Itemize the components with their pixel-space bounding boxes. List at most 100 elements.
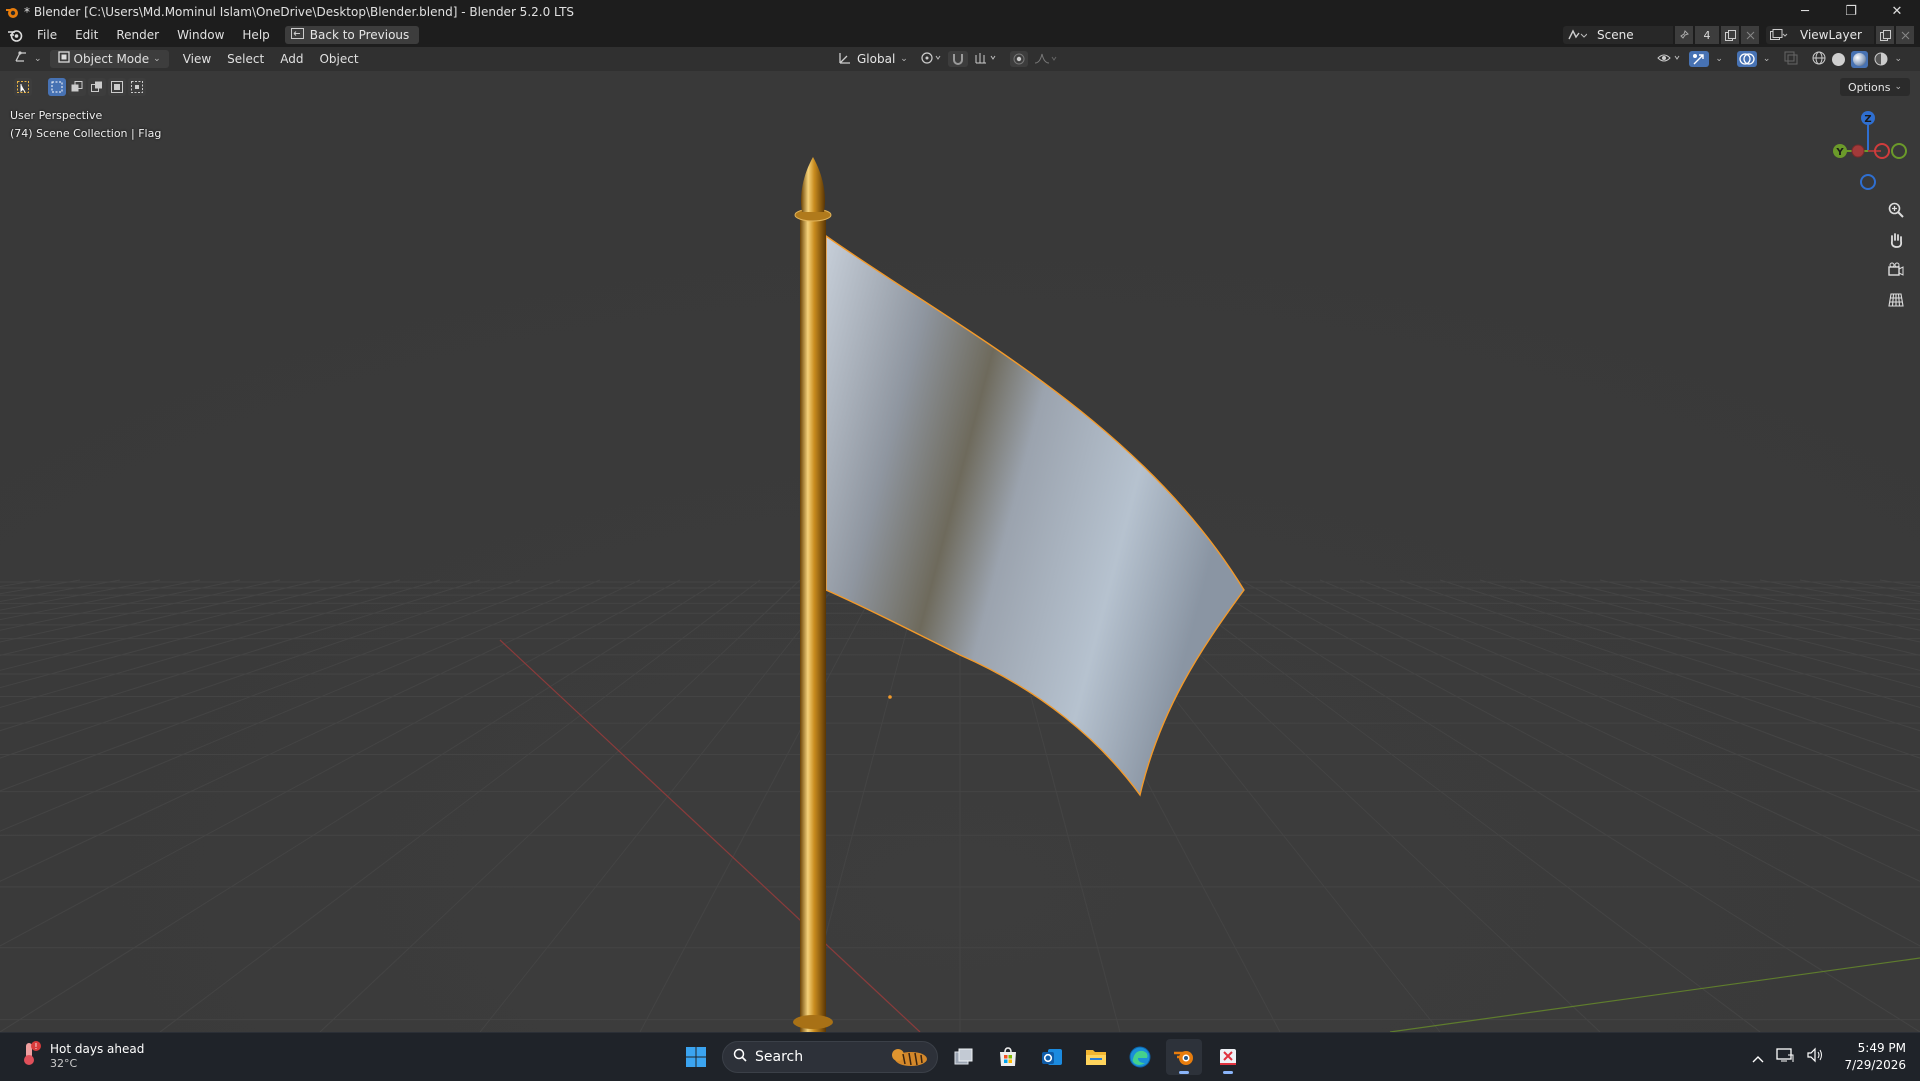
wireframe-shading-icon[interactable] bbox=[1812, 51, 1826, 68]
viewport-display-group: ⌄ ⌄ ⌄ bbox=[1657, 47, 1902, 71]
select-intersect-mode-button[interactable] bbox=[128, 78, 146, 96]
select-extend-mode-button[interactable] bbox=[68, 78, 86, 96]
chevron-down-icon[interactable]: ⌄ bbox=[1763, 54, 1771, 64]
viewport-header: ⌄ Object Mode ⌄ View Select Add Object G… bbox=[0, 47, 1920, 71]
chevron-down-icon: ⌄ bbox=[153, 54, 161, 64]
view-layer-icon[interactable] bbox=[1766, 26, 1792, 44]
edge-browser-icon[interactable] bbox=[1122, 1039, 1158, 1075]
delete-view-layer-icon[interactable] bbox=[1896, 26, 1914, 44]
snipping-tool-icon[interactable] bbox=[1210, 1039, 1246, 1075]
options-dropdown[interactable]: Options ⌄ bbox=[1840, 78, 1910, 96]
search-placeholder: Search bbox=[755, 1049, 804, 1065]
menu-edit[interactable]: Edit bbox=[66, 23, 107, 47]
menu-render[interactable]: Render bbox=[107, 23, 168, 47]
camera-view-icon[interactable] bbox=[1883, 258, 1909, 282]
menu-file[interactable]: File bbox=[28, 23, 66, 47]
delete-scene-icon[interactable] bbox=[1741, 26, 1759, 44]
weather-title: Hot days ahead bbox=[50, 1042, 145, 1056]
falloff-icon[interactable] bbox=[1034, 52, 1058, 67]
mode-dropdown[interactable]: Object Mode ⌄ bbox=[49, 50, 169, 68]
weather-widget[interactable]: ! Hot days ahead 32°C bbox=[20, 1041, 144, 1071]
scene-selector: Scene 4 bbox=[1563, 26, 1759, 44]
weather-temperature: 32°C bbox=[50, 1057, 78, 1070]
select-subtract-mode-button[interactable] bbox=[88, 78, 106, 96]
menu-select[interactable]: Select bbox=[219, 47, 272, 71]
object-mode-icon bbox=[57, 50, 70, 68]
back-to-previous-label: Back to Previous bbox=[309, 28, 410, 42]
title-bar: * Blender [C:\Users\Md.Mominul Islam\One… bbox=[0, 0, 1920, 23]
gizmo-toggle-icon[interactable] bbox=[1689, 51, 1710, 67]
top-menu-bar: File Edit Render Window Help Back to Pre… bbox=[0, 23, 1920, 47]
chevron-down-icon[interactable]: ⌄ bbox=[1894, 54, 1902, 64]
orientation-icon bbox=[838, 51, 852, 68]
orthographic-grid-icon[interactable] bbox=[1883, 288, 1909, 312]
menu-object[interactable]: Object bbox=[311, 47, 366, 71]
chevron-down-icon[interactable]: ⌄ bbox=[1715, 54, 1723, 64]
options-label: Options bbox=[1848, 80, 1891, 94]
gizmo-z-label: Z bbox=[1864, 114, 1871, 125]
blender-taskbar-icon[interactable] bbox=[1166, 1039, 1202, 1075]
scene-name-field[interactable]: Scene bbox=[1591, 26, 1673, 44]
rendered-shading-icon[interactable] bbox=[1874, 52, 1888, 66]
scene-users-count[interactable]: 4 bbox=[1695, 26, 1719, 44]
select-tool-button[interactable] bbox=[14, 78, 32, 96]
thermometer-icon: ! bbox=[20, 1041, 42, 1071]
blender-menu-icon[interactable] bbox=[2, 23, 28, 47]
select-invert-mode-button[interactable] bbox=[108, 78, 126, 96]
active-collection-label: (74) Scene Collection | Flag bbox=[10, 127, 162, 140]
search-highlight-tiger-icon bbox=[889, 1044, 931, 1074]
taskbar-apps: Search bbox=[678, 1039, 1246, 1075]
gizmo-y-label: Y bbox=[1835, 147, 1844, 158]
view-perspective-label: User Perspective bbox=[10, 109, 103, 122]
material-preview-shading-icon[interactable] bbox=[1851, 50, 1869, 68]
snap-magnet-icon[interactable] bbox=[948, 51, 968, 67]
chevron-up-icon[interactable] bbox=[1752, 1048, 1764, 1067]
gizmo-neg-x-axis[interactable] bbox=[1851, 144, 1865, 158]
scene-icon[interactable] bbox=[1563, 26, 1591, 44]
flag-pole[interactable] bbox=[800, 212, 826, 1032]
file-explorer-icon[interactable] bbox=[1078, 1039, 1114, 1075]
outlook-icon[interactable] bbox=[1034, 1039, 1070, 1075]
menu-add[interactable]: Add bbox=[272, 47, 311, 71]
search-icon bbox=[733, 1048, 747, 1066]
back-to-previous-button[interactable]: Back to Previous bbox=[284, 26, 420, 44]
zoom-icon[interactable] bbox=[1883, 198, 1909, 222]
editor-type-dropdown[interactable]: ⌄ bbox=[6, 47, 50, 71]
3d-viewport-canvas[interactable]: Z Y bbox=[0, 71, 1920, 1032]
solid-shading-icon[interactable] bbox=[1832, 52, 1846, 66]
minimize-button[interactable]: ─ bbox=[1782, 0, 1828, 23]
new-view-layer-icon[interactable] bbox=[1876, 26, 1894, 44]
taskbar-clock[interactable]: 5:49 PM 7/29/2026 bbox=[1844, 1040, 1906, 1074]
object-origin-dot bbox=[888, 695, 892, 699]
viewport-info-overlay: User Perspective (74) Scene Collection |… bbox=[10, 107, 161, 143]
window-title: * Blender [C:\Users\Md.Mominul Islam\One… bbox=[24, 4, 575, 19]
menu-view[interactable]: View bbox=[175, 47, 219, 71]
proportional-edit-icon[interactable] bbox=[1010, 51, 1028, 67]
transform-orientation-dropdown[interactable]: Global ⌄ bbox=[838, 47, 908, 71]
system-tray: 5:49 PM 7/29/2026 bbox=[1752, 1039, 1906, 1075]
menu-help[interactable]: Help bbox=[233, 23, 278, 47]
visibility-eye-icon[interactable] bbox=[1657, 51, 1683, 68]
windows-start-icon[interactable] bbox=[678, 1039, 714, 1075]
mode-label: Object Mode bbox=[73, 52, 150, 66]
close-button[interactable]: ✕ bbox=[1874, 0, 1920, 23]
microsoft-store-icon[interactable] bbox=[990, 1039, 1026, 1075]
chevron-down-icon: ⌄ bbox=[34, 54, 42, 64]
pin-icon[interactable] bbox=[1675, 26, 1693, 44]
pole-base bbox=[793, 1015, 833, 1029]
network-icon[interactable] bbox=[1776, 1047, 1794, 1067]
xray-toggle-icon[interactable] bbox=[1784, 51, 1798, 68]
volume-icon[interactable] bbox=[1806, 1047, 1824, 1067]
view-layer-field[interactable]: ViewLayer bbox=[1792, 26, 1874, 44]
overlays-toggle-icon[interactable] bbox=[1736, 51, 1757, 67]
maximize-button[interactable]: ❐ bbox=[1828, 0, 1874, 23]
taskbar-search-box[interactable]: Search bbox=[722, 1041, 938, 1073]
select-new-mode-button[interactable] bbox=[48, 78, 66, 96]
pivot-point-icon[interactable] bbox=[920, 51, 942, 68]
chevron-down-icon: ⌄ bbox=[1894, 82, 1902, 92]
task-view-icon[interactable] bbox=[946, 1039, 982, 1075]
snap-increment-icon[interactable] bbox=[974, 51, 998, 68]
new-scene-icon[interactable] bbox=[1721, 26, 1739, 44]
pan-hand-icon[interactable] bbox=[1883, 228, 1909, 252]
menu-window[interactable]: Window bbox=[168, 23, 233, 47]
